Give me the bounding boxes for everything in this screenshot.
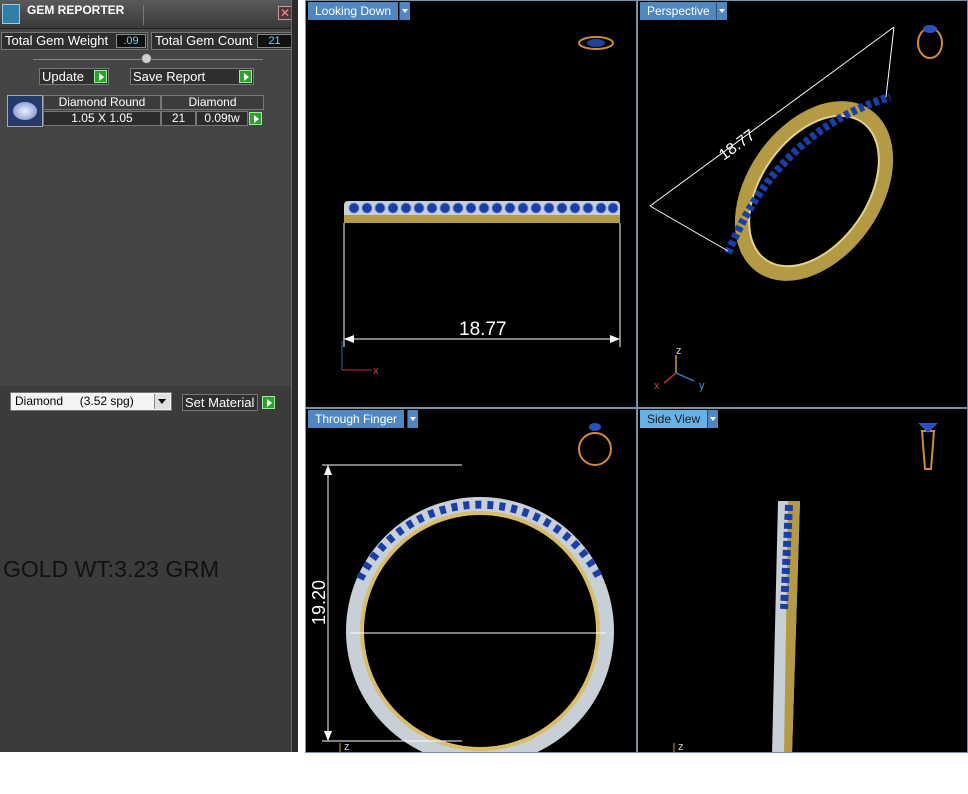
save-report-button[interactable]: Save Report bbox=[130, 68, 254, 85]
ring-gold-edge bbox=[344, 215, 620, 223]
gem-type-header: Diamond bbox=[161, 95, 264, 110]
dimension-arrow-bottom bbox=[324, 731, 332, 741]
chevron-down-icon[interactable] bbox=[716, 2, 727, 20]
gem-reporter-title-bar: GEM REPORTER ✕ bbox=[0, 0, 296, 29]
gem-count-cell: 21 bbox=[161, 111, 196, 126]
axis-z-label: z bbox=[676, 345, 682, 357]
set-material-label: Set Material bbox=[185, 395, 255, 410]
perspective-dimension: 18.77 bbox=[716, 127, 758, 164]
chevron-down-icon[interactable] bbox=[407, 410, 418, 428]
total-gem-count-label: Total Gem Count bbox=[155, 33, 253, 48]
total-gem-count-value: 21 bbox=[257, 34, 292, 48]
sapphire-row bbox=[348, 202, 619, 214]
material-select[interactable]: Diamond (3.52 spg) bbox=[10, 392, 172, 411]
ring-orientation-icon bbox=[917, 25, 943, 59]
set-material-go-icon[interactable] bbox=[262, 396, 275, 409]
axis-y-label: y bbox=[699, 380, 705, 392]
save-report-go-icon[interactable] bbox=[239, 70, 252, 83]
dimension-arrow-right bbox=[610, 335, 620, 343]
diamond-round-thumbnail-icon[interactable] bbox=[7, 95, 43, 127]
update-button[interactable]: Update bbox=[39, 68, 109, 85]
gem-reporter-title: GEM REPORTER bbox=[27, 3, 125, 17]
perspective-viewport[interactable]: 18.77 z x y Perspective bbox=[637, 0, 968, 408]
dimension-arrow-left bbox=[344, 335, 354, 343]
through-finger-view-tab[interactable]: Through Finger bbox=[308, 410, 405, 428]
side-view-viewport[interactable]: z Side View bbox=[637, 408, 968, 753]
through-finger-viewport[interactable]: 19.20 z Through Finger bbox=[305, 408, 637, 753]
looking-down-dimension: 18.77 bbox=[459, 319, 507, 340]
gem-weight-cell: 0.09tw bbox=[196, 111, 248, 126]
side-view-view-tab[interactable]: Side View bbox=[640, 410, 708, 428]
chevron-down-icon[interactable] bbox=[154, 394, 170, 409]
set-material-button[interactable]: Set Material bbox=[182, 394, 275, 411]
total-gem-weight-label: Total Gem Weight bbox=[5, 33, 109, 48]
title-bar-divider bbox=[143, 5, 278, 25]
gold-weight-note: GOLD WT:3.23 GRM bbox=[3, 556, 219, 582]
looking-down-view-tab[interactable]: Looking Down bbox=[308, 2, 399, 20]
chevron-down-icon[interactable] bbox=[399, 2, 410, 20]
dimension-arrow-top bbox=[324, 465, 332, 475]
close-icon[interactable]: ✕ bbox=[278, 6, 292, 20]
axis-z-label: z bbox=[344, 741, 350, 753]
panel-splitter[interactable] bbox=[291, 0, 298, 752]
material-select-value: Diamond (3.52 spg) bbox=[15, 394, 134, 408]
total-gem-weight-value: .09 bbox=[116, 34, 146, 48]
perspective-view-tab[interactable]: Perspective bbox=[640, 2, 717, 20]
looking-down-render: 18.77 x bbox=[341, 36, 621, 377]
gem-reporter-app-icon bbox=[2, 4, 20, 24]
gem-reporter-panel: GEM REPORTER ✕ Total Gem Weight .09 Tota… bbox=[0, 0, 298, 752]
update-go-icon[interactable] bbox=[94, 70, 107, 83]
update-label: Update bbox=[42, 69, 84, 84]
side-view-render: z bbox=[673, 423, 938, 753]
ring-band-perspective bbox=[734, 101, 894, 281]
gem-shape-header: Diamond Round bbox=[43, 95, 161, 110]
ring-orientation-icon bbox=[578, 36, 614, 50]
axis-x-label: x bbox=[373, 365, 379, 377]
ring-orientation-icon bbox=[918, 423, 938, 470]
looking-down-viewport[interactable]: 18.77 x Looking Down bbox=[305, 0, 637, 408]
perspective-render: 18.77 z x y bbox=[649, 25, 943, 392]
through-finger-render: 19.20 z bbox=[309, 423, 614, 753]
chevron-down-icon[interactable] bbox=[707, 410, 718, 428]
through-finger-dimension: 19.20 bbox=[309, 580, 329, 625]
save-report-label: Save Report bbox=[133, 69, 206, 84]
gem-size-cell: 1.05 X 1.05 bbox=[43, 111, 161, 126]
perspective-axis-gizmo bbox=[663, 355, 695, 384]
axis-x-label: x bbox=[654, 380, 660, 392]
ring-opening bbox=[364, 515, 596, 747]
panel-slider-handle[interactable] bbox=[141, 53, 152, 64]
ring-orientation-icon bbox=[578, 423, 612, 466]
axis-z-label: z bbox=[678, 741, 684, 753]
gem-row-go-icon[interactable] bbox=[249, 112, 262, 125]
